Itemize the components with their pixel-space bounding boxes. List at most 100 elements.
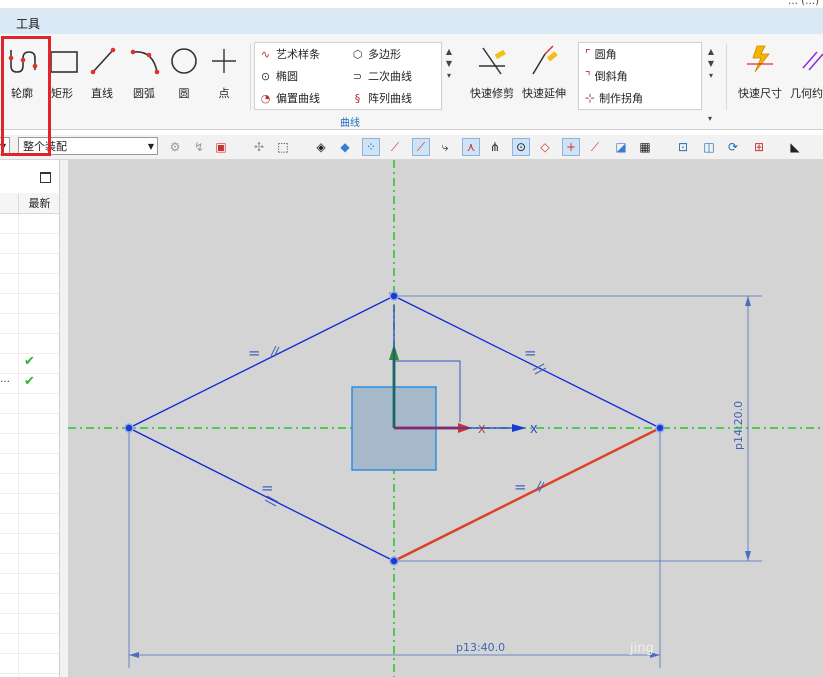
quadrant-icon[interactable]: ◇ [536, 138, 554, 156]
line-button[interactable]: 直线 [80, 40, 124, 110]
rectangle-select-icon[interactable]: ⬚ [274, 138, 292, 156]
navigator-row[interactable] [0, 594, 59, 614]
navigator-row[interactable] [0, 434, 59, 454]
quick-extend-label: 快速延伸 [522, 87, 566, 100]
snap-grid-icon[interactable]: ⁘ [362, 138, 380, 156]
move-icon[interactable]: ✣ [250, 138, 268, 156]
menu-tools[interactable]: 工具 [16, 15, 40, 32]
select-box-icon[interactable]: ▣ [212, 138, 230, 156]
fillet-button[interactable]: ⌜ 圆角 [585, 45, 617, 63]
control-point-icon[interactable]: ⋏ [462, 138, 480, 156]
end-point-icon[interactable]: ⟋ [386, 138, 404, 156]
eraser-icon[interactable]: ◈ [312, 138, 330, 156]
check-icon: ✔ [24, 354, 35, 369]
quick-extend-icon [532, 45, 558, 75]
navigator-cell [18, 334, 60, 353]
tangent-icon[interactable]: ⤷ [436, 138, 454, 156]
navigator-row[interactable] [0, 574, 59, 594]
vertex-top [389, 291, 399, 301]
truncated-name: … [0, 374, 10, 385]
navigator-row[interactable] [0, 334, 59, 354]
quick-trim-icon [479, 47, 506, 75]
navigator-row[interactable] [0, 494, 59, 514]
navigator-row[interactable] [0, 234, 59, 254]
panel-gap [60, 160, 68, 677]
fit-icon[interactable]: ⊞ [750, 138, 768, 156]
navigator-row[interactable] [0, 314, 59, 334]
arc-center-icon[interactable]: ⊙ [512, 138, 530, 156]
point-on-surface-icon[interactable]: ◪ [612, 138, 630, 156]
circle-icon [171, 48, 197, 74]
part-navigator: 最新 ✔ ✔… [0, 160, 60, 677]
navigator-cell [18, 574, 60, 593]
navigator-cell [18, 414, 60, 433]
navigator-row[interactable] [0, 614, 59, 634]
navigator-cell [18, 614, 60, 633]
line-label: 直线 [91, 87, 113, 100]
corner-gallery-scroll[interactable]: ▲ ▼ ▾ [706, 46, 716, 82]
view-icon[interactable]: ⊡ [674, 138, 692, 156]
conic-button[interactable]: ⊃ 二次曲线 [351, 67, 412, 85]
filter-icon[interactable]: ⚙ [166, 138, 184, 156]
navigator-row[interactable] [0, 454, 59, 474]
render-style-icon[interactable]: ◣ [786, 138, 804, 156]
studio-spline-label: 艺术样条 [276, 48, 320, 61]
point-on-curve-icon[interactable]: ⟋ [586, 138, 604, 156]
rapid-dimension-button[interactable]: 快速尺寸 [734, 40, 786, 110]
pattern-curve-icon: § [354, 91, 361, 105]
conic-icon: ⊃ [352, 69, 363, 83]
navigator-row[interactable] [0, 254, 59, 274]
group-launcher-icon[interactable]: ▾ [708, 114, 712, 123]
equal-constraint-2: = [524, 344, 537, 362]
layer-icon[interactable]: ◫ [700, 138, 718, 156]
arc-label: 圆弧 [133, 87, 155, 100]
arc-icon [130, 49, 160, 75]
navigator-row[interactable] [0, 394, 59, 414]
arc-button[interactable]: 圆弧 [122, 40, 166, 110]
graphics-window[interactable]: p14:20.0 p13:40.0 X X Y [68, 160, 823, 677]
navigator-cell [18, 454, 60, 473]
snap-icon[interactable]: ↯ [190, 138, 208, 156]
studio-spline-button[interactable]: ∿ 艺术样条 [259, 45, 320, 63]
chamfer-button[interactable]: ⌝ 倒斜角 [585, 67, 628, 85]
intersection-icon[interactable]: ⋔ [486, 138, 504, 156]
mid-point-icon[interactable]: ⟋ [412, 138, 430, 156]
menu-bar: 工具 [0, 9, 823, 34]
sketch-view[interactable]: p14:20.0 p13:40.0 X X Y [68, 160, 823, 677]
grid-icon[interactable]: ▦ [636, 138, 654, 156]
navigator-row[interactable] [0, 534, 59, 554]
quick-trim-button[interactable]: 快速修剪 [466, 40, 518, 110]
quick-extend-button[interactable]: 快速延伸 [518, 40, 570, 110]
maximize-icon[interactable] [40, 172, 51, 183]
make-corner-button[interactable]: ⊹ 制作拐角 [585, 89, 643, 107]
navigator-row[interactable] [0, 514, 59, 534]
navigator-row[interactable]: ✔ [0, 354, 59, 374]
circle-button[interactable]: 圆 [162, 40, 206, 110]
curve-gallery-scroll[interactable]: ▲ ▼ ▾ [444, 46, 454, 82]
polygon-button[interactable]: ⬡ 多边形 [351, 45, 401, 63]
navigator-row[interactable]: ✔… [0, 374, 59, 394]
ribbon-separator [250, 44, 251, 110]
chamfer-icon: ⌝ [585, 69, 591, 83]
point-button[interactable]: 点 [202, 40, 246, 110]
offset-curve-label: 偏置曲线 [276, 92, 320, 105]
navigator-row[interactable] [0, 274, 59, 294]
selection-toolbar: ▼ 整个装配 ▼ ⚙ ↯ ▣ ✣ ⬚ ◈ ◆ ⁘ ⟋ ⟋ ⤷ ⋏ ⋔ ⊙ ◇ +… [0, 135, 823, 160]
navigator-row[interactable] [0, 474, 59, 494]
cube-icon[interactable]: ◆ [336, 138, 354, 156]
ellipse-button[interactable]: ⊙ 椭圆 [259, 67, 298, 85]
navigator-row[interactable] [0, 414, 59, 434]
navigator-cell [18, 394, 60, 413]
offset-curve-button[interactable]: ◔ 偏置曲线 [259, 89, 320, 107]
navigator-row[interactable] [0, 634, 59, 654]
navigator-row[interactable] [0, 654, 59, 674]
fillet-label: 圆角 [594, 48, 617, 61]
geometric-constraint-button[interactable]: 几何约 [786, 40, 823, 110]
existing-point-icon[interactable]: + [562, 138, 580, 156]
pattern-curve-button[interactable]: § 阵列曲线 [351, 89, 412, 107]
navigator-row[interactable] [0, 554, 59, 574]
navigator-row[interactable] [0, 214, 59, 234]
navigator-cell [18, 534, 60, 553]
refresh-icon[interactable]: ⟳ [724, 138, 742, 156]
navigator-row[interactable] [0, 294, 59, 314]
